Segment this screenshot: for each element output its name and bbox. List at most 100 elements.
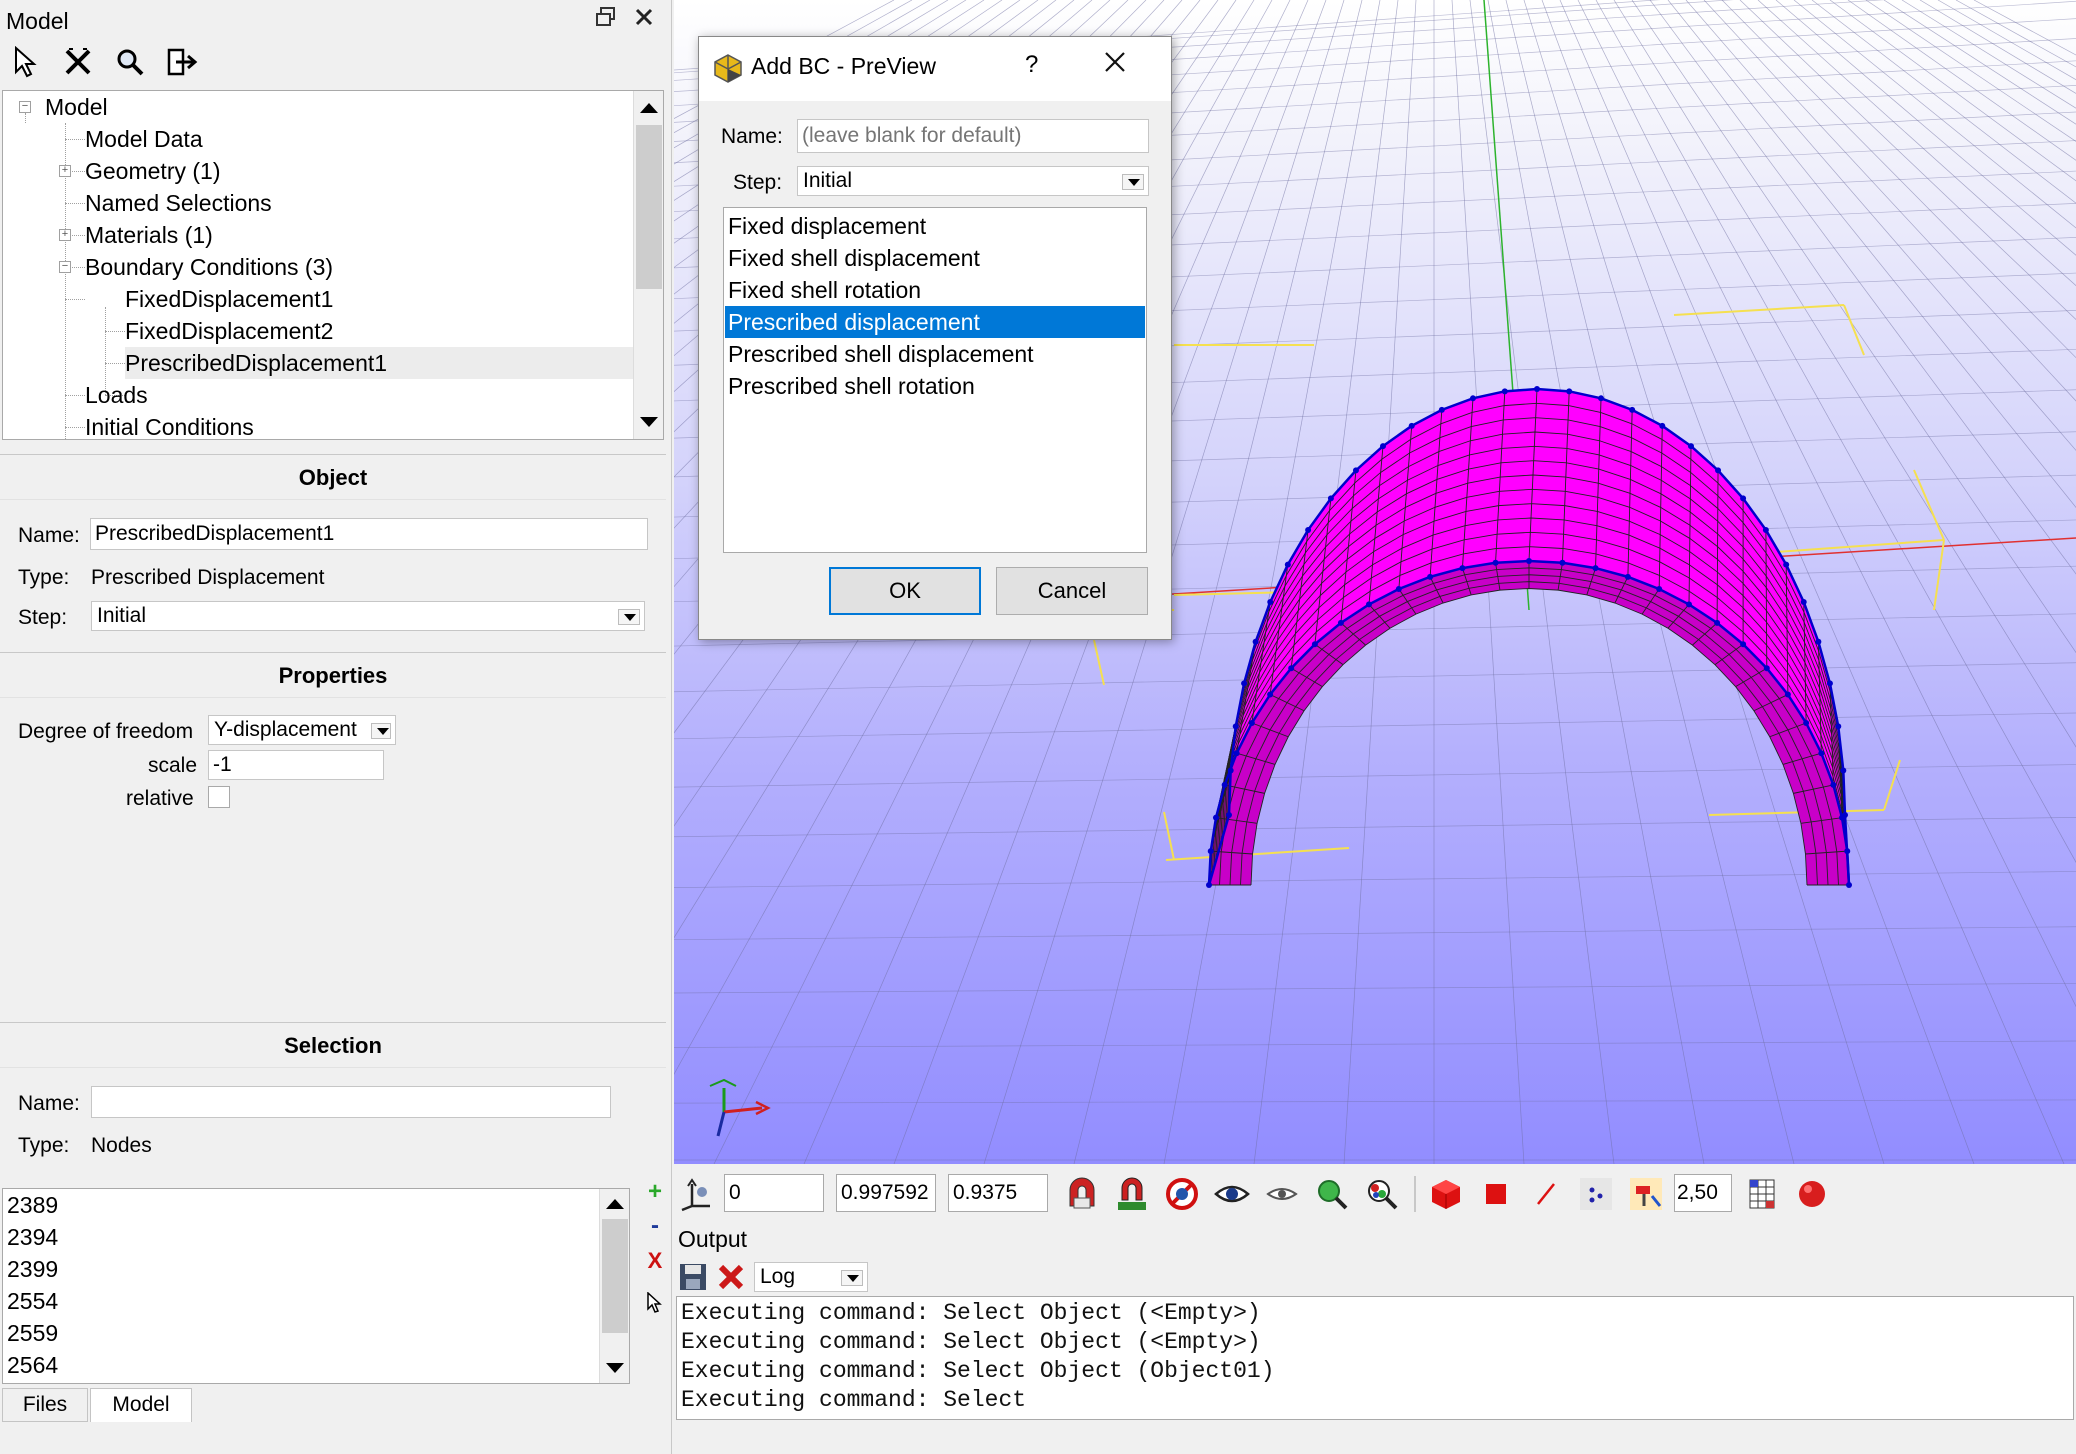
remove-selection-button[interactable]: - bbox=[642, 1212, 668, 1242]
tab-files[interactable]: Files bbox=[2, 1388, 88, 1422]
dialog-title: Add BC - PreView bbox=[751, 53, 936, 79]
close-panel-icon[interactable] bbox=[630, 6, 658, 34]
node-list[interactable]: 2389 2394 2399 2554 2559 2564 bbox=[2, 1188, 630, 1384]
zoom-fit-icon[interactable] bbox=[1314, 1176, 1350, 1212]
relative-checkbox[interactable] bbox=[208, 786, 230, 808]
list-item[interactable]: 2394 bbox=[3, 1221, 629, 1253]
scroll-down-icon[interactable] bbox=[640, 417, 658, 427]
scroll-thumb[interactable] bbox=[636, 125, 662, 289]
list-item[interactable]: 2399 bbox=[3, 1253, 629, 1285]
output-title: Output bbox=[678, 1226, 748, 1252]
tree-item-initial-conditions[interactable]: Initial Conditions bbox=[85, 411, 254, 439]
view-toolbar: 0 0.997592 0.9375 2,50 bbox=[674, 1168, 2076, 1220]
no-snap-icon[interactable] bbox=[1164, 1176, 1200, 1212]
coord-field-3[interactable]: 0.9375 bbox=[948, 1174, 1048, 1212]
collapse-bc-icon[interactable]: − bbox=[59, 261, 71, 273]
clear-log-icon[interactable] bbox=[716, 1262, 746, 1292]
coord-field-1[interactable]: 0 bbox=[724, 1174, 824, 1212]
collapse-model-icon[interactable]: − bbox=[19, 101, 31, 113]
list-item-prescribed-displacement[interactable]: Prescribed displacement bbox=[725, 306, 1145, 338]
tree-item-named-selections[interactable]: Named Selections bbox=[85, 187, 272, 219]
close-icon[interactable] bbox=[1103, 49, 1127, 81]
import-icon[interactable] bbox=[160, 42, 204, 82]
list-item[interactable]: 2554 bbox=[3, 1285, 629, 1317]
object-name-label: Name: bbox=[18, 524, 80, 547]
zoom-selection-icon[interactable] bbox=[1364, 1176, 1400, 1212]
tree-item-fixed-displacement-1[interactable]: FixedDisplacement1 bbox=[125, 283, 333, 315]
object-heading: Object bbox=[0, 454, 666, 500]
object-name-field[interactable]: PrescribedDisplacement1 bbox=[90, 518, 648, 550]
magnet-snap-icon[interactable] bbox=[1114, 1176, 1150, 1212]
scroll-down-icon[interactable] bbox=[606, 1363, 624, 1373]
list-item-prescribed-shell-displacement[interactable]: Prescribed shell displacement bbox=[725, 338, 1145, 370]
hidden-eye-icon[interactable] bbox=[1264, 1176, 1300, 1212]
size-spinbox-value: 2,50 bbox=[1677, 1181, 1718, 1204]
scroll-up-icon[interactable] bbox=[640, 103, 658, 113]
dof-value: Y-displacement bbox=[214, 718, 357, 741]
bc-type-list[interactable]: Fixed displacement Fixed shell displacem… bbox=[723, 207, 1147, 553]
node-select-icon[interactable] bbox=[1578, 1176, 1614, 1212]
list-item[interactable]: 2389 bbox=[3, 1189, 629, 1221]
coord-field-2[interactable]: 0.997592 bbox=[836, 1174, 936, 1212]
clear-selection-button[interactable]: X bbox=[642, 1248, 668, 1278]
dof-select[interactable]: Y-displacement bbox=[208, 715, 396, 745]
list-item[interactable]: 2564 bbox=[3, 1349, 629, 1381]
node-list-scrollbar[interactable] bbox=[599, 1189, 629, 1383]
selection-type-value: Nodes bbox=[91, 1134, 152, 1157]
expand-geometry-icon[interactable]: + bbox=[59, 165, 71, 177]
properties-heading: Properties bbox=[0, 652, 666, 698]
color-grid-icon[interactable] bbox=[1744, 1176, 1780, 1212]
expand-materials-icon[interactable]: + bbox=[59, 229, 71, 241]
scroll-up-icon[interactable] bbox=[606, 1199, 624, 1209]
pick-cursor-icon[interactable] bbox=[642, 1291, 668, 1322]
list-item-fixed-shell-rotation[interactable]: Fixed shell rotation bbox=[725, 274, 1145, 306]
delete-x-icon[interactable] bbox=[56, 42, 100, 82]
solid-cube-icon[interactable] bbox=[1428, 1176, 1464, 1212]
dialog-titlebar[interactable]: Add BC - PreView ? bbox=[699, 37, 1171, 101]
ok-button[interactable]: OK bbox=[829, 567, 981, 615]
object-type-label: Type: bbox=[18, 566, 70, 589]
tree-item-prescribed-displacement-1[interactable]: PrescribedDisplacement1 bbox=[125, 347, 633, 379]
list-item-fixed-displacement[interactable]: Fixed displacement bbox=[725, 210, 1145, 242]
paint-select-icon[interactable] bbox=[1628, 1176, 1664, 1212]
dialog-name-input[interactable] bbox=[797, 119, 1149, 153]
tree-item-geometry[interactable]: Geometry (1) bbox=[85, 155, 220, 187]
scale-label: scale bbox=[148, 754, 198, 777]
add-selection-button[interactable]: + bbox=[642, 1178, 668, 1208]
tree-item-model-data[interactable]: Model Data bbox=[85, 123, 203, 155]
dialog-step-select[interactable]: Initial bbox=[797, 166, 1149, 196]
record-icon[interactable] bbox=[1794, 1176, 1830, 1212]
select-arrow-icon[interactable] bbox=[4, 42, 48, 82]
eye-icon[interactable] bbox=[1214, 1176, 1250, 1212]
help-button[interactable]: ? bbox=[1025, 51, 1038, 79]
tree-item-materials[interactable]: Materials (1) bbox=[85, 219, 213, 251]
axis-constraint-icon[interactable] bbox=[678, 1176, 714, 1212]
selection-heading: Selection bbox=[0, 1022, 666, 1068]
tree-item-loads[interactable]: Loads bbox=[85, 379, 148, 411]
face-select-icon[interactable] bbox=[1478, 1176, 1514, 1212]
size-spinbox[interactable]: 2,50 bbox=[1674, 1174, 1732, 1212]
search-icon[interactable] bbox=[108, 42, 152, 82]
log-select[interactable]: Log bbox=[754, 1262, 868, 1292]
save-icon[interactable] bbox=[678, 1262, 708, 1292]
tree-item-boundary-conditions[interactable]: Boundary Conditions (3) bbox=[85, 251, 333, 283]
list-item-prescribed-shell-rotation[interactable]: Prescribed shell rotation bbox=[725, 370, 1145, 402]
toolbar-separator bbox=[1414, 1176, 1416, 1212]
panel-title: Model bbox=[6, 8, 69, 34]
model-tree[interactable]: − + + − Model Model Data Geometry (1) Na… bbox=[2, 90, 664, 440]
object-step-select[interactable]: Initial bbox=[91, 601, 645, 631]
cancel-button[interactable]: Cancel bbox=[996, 567, 1148, 615]
object-type-value: Prescribed Displacement bbox=[91, 566, 325, 589]
scale-field[interactable]: -1 bbox=[208, 750, 384, 780]
float-panel-icon[interactable] bbox=[592, 6, 620, 34]
edge-select-icon[interactable] bbox=[1528, 1176, 1564, 1212]
list-item-fixed-shell-displacement[interactable]: Fixed shell displacement bbox=[725, 242, 1145, 274]
list-item[interactable]: 2559 bbox=[3, 1317, 629, 1349]
snap-grid-icon[interactable] bbox=[1064, 1176, 1100, 1212]
tab-model[interactable]: Model bbox=[90, 1388, 192, 1422]
tree-item-model[interactable]: Model bbox=[45, 91, 108, 123]
tree-scrollbar[interactable] bbox=[633, 91, 663, 439]
selection-name-field[interactable] bbox=[91, 1086, 611, 1118]
tree-item-fixed-displacement-2[interactable]: FixedDisplacement2 bbox=[125, 315, 333, 347]
scroll-thumb[interactable] bbox=[602, 1219, 628, 1333]
